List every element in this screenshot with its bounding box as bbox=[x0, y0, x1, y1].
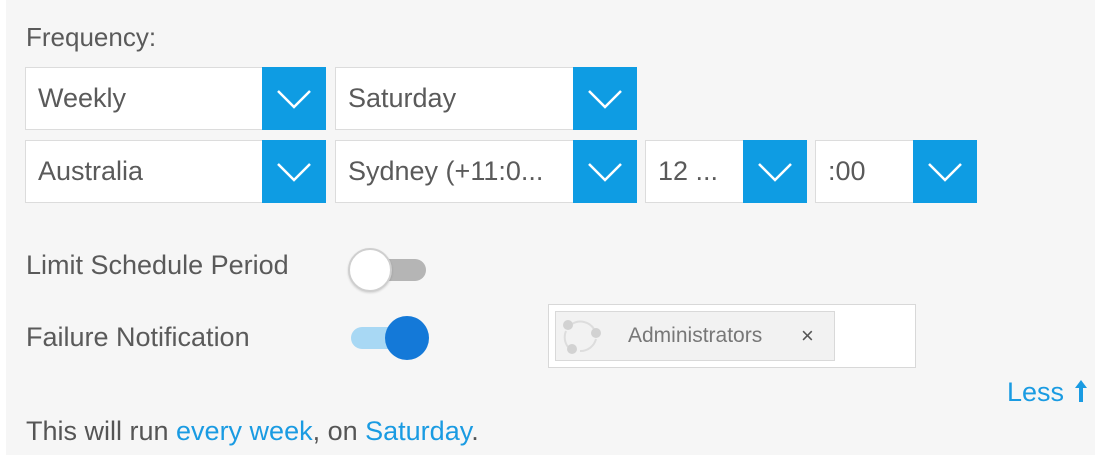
group-icon bbox=[563, 320, 601, 354]
region-select-value: Australia bbox=[38, 156, 144, 186]
hour-select-value: 12 ... bbox=[658, 156, 719, 186]
minute-select-value: :00 bbox=[828, 156, 866, 186]
region-select[interactable]: Australia bbox=[25, 140, 326, 203]
remove-recipient-icon[interactable]: × bbox=[801, 312, 814, 360]
summary-middle: , on bbox=[312, 416, 366, 446]
chevron-down-icon[interactable] bbox=[913, 140, 977, 203]
summary-frequency: every week bbox=[176, 416, 313, 446]
less-link[interactable]: Less bbox=[1007, 377, 1088, 408]
frequency-select[interactable]: Weekly bbox=[25, 67, 326, 130]
toggle-knob bbox=[385, 316, 429, 360]
summary-day: Saturday bbox=[365, 416, 472, 446]
frequency-select-value: Weekly bbox=[38, 83, 127, 113]
recipients-input[interactable]: Administrators × bbox=[548, 304, 916, 368]
minute-select[interactable]: :00 bbox=[815, 140, 977, 203]
chevron-down-icon[interactable] bbox=[262, 140, 326, 203]
recipient-chip: Administrators × bbox=[555, 311, 835, 361]
limit-schedule-toggle[interactable] bbox=[348, 248, 430, 292]
arrow-up-icon bbox=[1074, 380, 1087, 402]
toggle-knob bbox=[348, 248, 392, 292]
summary-suffix: . bbox=[471, 416, 479, 446]
less-link-label: Less bbox=[1007, 377, 1065, 407]
timezone-select-value: Sydney (+11:0... bbox=[348, 156, 544, 186]
failure-notification-toggle[interactable] bbox=[347, 316, 429, 360]
day-select[interactable]: Saturday bbox=[335, 67, 637, 130]
frequency-label: Frequency: bbox=[26, 22, 157, 52]
failure-notification-label: Failure Notification bbox=[26, 322, 250, 352]
timezone-select[interactable]: Sydney (+11:0... bbox=[335, 140, 637, 203]
chevron-down-icon[interactable] bbox=[573, 67, 637, 130]
day-select-value: Saturday bbox=[348, 83, 457, 113]
hour-select[interactable]: 12 ... bbox=[645, 140, 807, 203]
summary-prefix: This will run bbox=[26, 416, 177, 446]
recipient-chip-label: Administrators bbox=[628, 324, 763, 347]
schedule-summary: This will run every week, on Saturday. bbox=[26, 416, 479, 447]
chevron-down-icon[interactable] bbox=[262, 67, 326, 130]
limit-schedule-label: Limit Schedule Period bbox=[26, 250, 289, 280]
chevron-down-icon[interactable] bbox=[743, 140, 807, 203]
chevron-down-icon[interactable] bbox=[573, 140, 637, 203]
